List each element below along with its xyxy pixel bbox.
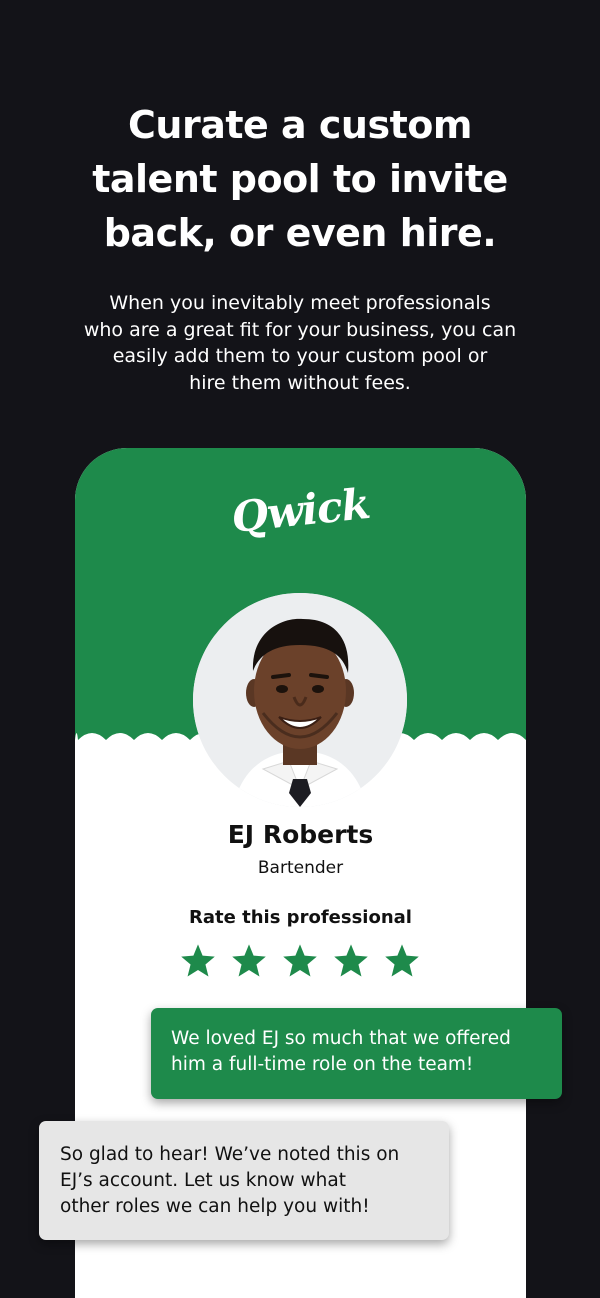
message-line: We loved EJ so much that we offered <box>171 1028 511 1049</box>
headline-line: Curate a custom <box>128 103 472 147</box>
star-rating[interactable] <box>179 942 424 982</box>
star-icon[interactable] <box>383 942 421 980</box>
subtext-line: hire them without fees. <box>189 371 411 394</box>
subtext: When you inevitably meet professionals w… <box>50 290 550 396</box>
business-message-bubble: We loved EJ so much that we offered him … <box>151 1008 562 1099</box>
star-icon[interactable] <box>230 942 268 980</box>
message-line: other roles we can help you with! <box>60 1196 370 1217</box>
profile-role: Bartender <box>257 858 344 878</box>
profile-name: EJ Roberts <box>227 820 374 849</box>
screen: { "headline": { "line1": "Curate a custo… <box>0 0 600 1298</box>
message-line: EJ’s account. Let us know what <box>60 1170 346 1191</box>
headline-line: talent pool to invite <box>92 157 508 201</box>
person-photo-icon <box>193 593 407 807</box>
star-icon[interactable] <box>281 942 319 980</box>
subtext-line: who are a great fit for your business, y… <box>83 318 517 341</box>
subtext-line: When you inevitably meet professionals <box>109 292 491 314</box>
rate-title: Rate this professional <box>189 907 412 928</box>
star-icon[interactable] <box>332 942 370 980</box>
subtext-line: easily add them to your custom pool or <box>112 345 488 367</box>
headline-line: back, or even hire. <box>103 211 497 255</box>
qwick-reply-bubble: So glad to hear! We’ve noted this on EJ’… <box>39 1121 449 1240</box>
message-line: him a full-time role on the team! <box>171 1054 474 1075</box>
avatar <box>193 593 407 807</box>
star-icon[interactable] <box>179 942 217 980</box>
message-line: So glad to hear! We’ve noted this on <box>60 1144 400 1165</box>
headline: Curate a custom talent pool to invite ba… <box>40 98 560 260</box>
